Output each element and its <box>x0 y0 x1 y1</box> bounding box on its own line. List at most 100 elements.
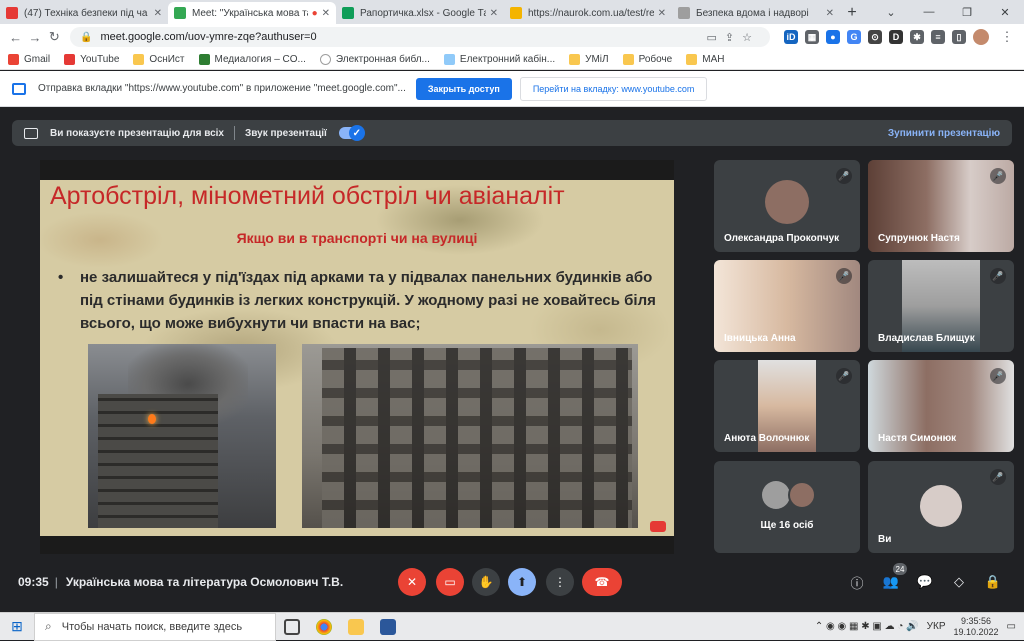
back-icon[interactable]: ← <box>6 26 25 48</box>
minimize-icon[interactable]: — <box>910 0 948 24</box>
present-button[interactable]: ⬆ <box>508 568 536 596</box>
leave-call-button[interactable]: ☎ <box>582 568 622 596</box>
bookmark-label: Робоче <box>638 54 673 65</box>
mic-off-button[interactable]: ✕ <box>398 568 426 596</box>
folder-icon <box>686 54 698 65</box>
restore-icon[interactable]: ❐ <box>948 0 986 24</box>
switch-tab-button[interactable]: Перейти на вкладку: www.youtube.com <box>519 76 708 101</box>
clock-time: 9:35:56 <box>961 615 992 626</box>
medialogia-icon <box>198 54 210 65</box>
sidebar-icon[interactable]: ▯ <box>951 30 966 44</box>
system-clock[interactable]: 9:35:56 19.10.2022 <box>954 616 999 638</box>
tab-sheets[interactable]: Рапортичка.xlsx - Google Табл ✕ <box>336 2 504 24</box>
url-text[interactable]: meet.google.com/uov-ymre-zqe?authuser=0 <box>100 31 706 43</box>
mic-off-icon: 🎤 <box>990 268 1006 284</box>
slide-body-text: не залишайтеся у під'їздах під арками та… <box>80 269 656 332</box>
participant-name: Олександра Прокопчук <box>724 233 840 244</box>
close-icon[interactable]: ✕ <box>658 8 666 19</box>
bookmark-label: Електронний кабін... <box>459 54 556 65</box>
participant-tile[interactable]: 🎤 Настя Симонюк <box>868 360 1014 452</box>
burning-building-photo <box>88 344 276 528</box>
avatar <box>920 485 962 527</box>
raise-hand-button[interactable]: ✋ <box>472 568 500 596</box>
new-tab-button[interactable]: + <box>840 2 864 24</box>
participant-tile[interactable]: 🎤 Анюта Волочнюк <box>714 360 860 452</box>
bookmark-medialogia[interactable]: Медиалогия – CO... <box>198 54 306 65</box>
more-options-button[interactable]: ⋮ <box>546 568 574 596</box>
camera-off-button[interactable]: ▭ <box>436 568 464 596</box>
menu-icon[interactable]: ⋮ <box>996 26 1018 48</box>
bookmark-label: ОснИст <box>149 54 185 65</box>
people-icon[interactable]: 👥 <box>882 573 900 591</box>
close-window-icon[interactable]: ✕ <box>986 0 1024 24</box>
participant-tile[interactable]: 🎤 Івницька Анна <box>714 260 860 352</box>
omnibox-actions[interactable]: ▭⇪☆ <box>707 31 760 44</box>
close-icon[interactable]: ✕ <box>154 8 162 19</box>
avatar[interactable] <box>972 29 989 45</box>
chevron-down-icon[interactable]: ⌄ <box>872 0 910 24</box>
building <box>98 394 218 528</box>
task-view-icon[interactable] <box>276 613 308 641</box>
slide-body: • не залишайтеся у під'їздах під арками … <box>58 266 658 335</box>
windows-start-icon[interactable]: ⊞ <box>0 613 34 641</box>
tab-safety[interactable]: Безпека вдома і надворі ✕ <box>672 2 840 24</box>
bookmark-label: Медиалогия – CO... <box>214 54 306 65</box>
extension-mic-icon[interactable]: ● <box>825 30 840 44</box>
word-icon[interactable] <box>372 613 404 641</box>
close-icon[interactable]: ✕ <box>322 8 330 19</box>
puzzle-icon[interactable]: ✱ <box>909 30 924 44</box>
list-icon[interactable]: ≡ <box>930 30 945 44</box>
file-explorer-icon[interactable] <box>340 613 372 641</box>
close-icon[interactable]: ✕ <box>826 8 834 19</box>
address-bar[interactable]: 🔒 meet.google.com/uov-ymre-zqe?authuser=… <box>69 27 770 47</box>
lock-icon[interactable]: 🔒 <box>80 32 92 43</box>
bookmark-gmail[interactable]: Gmail <box>8 54 50 65</box>
self-tile[interactable]: 🎤 Ви <box>868 461 1014 553</box>
notifications-icon[interactable]: ▭ <box>1007 621 1016 632</box>
taskbar-search[interactable]: ⌕ Чтобы начать поиск, введите здесь <box>34 612 276 641</box>
recording-dot-icon: ● <box>311 7 318 19</box>
window-controls: ⌄ — ❐ ✕ <box>872 0 1024 24</box>
bookmark-folder[interactable]: УМіЛ <box>569 54 609 65</box>
chrome-icon[interactable] <box>308 613 340 641</box>
extension-g-icon[interactable]: G <box>846 30 861 44</box>
bookmark-folder[interactable]: МАН <box>686 54 724 65</box>
extension-circle-icon[interactable]: ⊙ <box>867 30 882 44</box>
extension-d-icon[interactable]: D <box>888 30 903 44</box>
tab-meet[interactable]: Meet: "Українська мова та ● ✕ <box>168 2 336 24</box>
info-icon[interactable]: ⓘ <box>848 573 866 591</box>
stop-sharing-button[interactable]: Закрыть доступ <box>415 77 512 100</box>
bookmark-cabinet[interactable]: Електронний кабін... <box>443 54 556 65</box>
present-screen-icon <box>24 127 38 139</box>
tab-title: https://naurok.com.ua/test/rea <box>528 7 654 19</box>
windows-taskbar: ⊞ ⌕ Чтобы начать поиск, введите здесь ⌃ … <box>0 612 1024 641</box>
host-controls-icon[interactable]: 🔒 <box>984 573 1002 591</box>
bookmark-folder[interactable]: ОснИст <box>133 54 185 65</box>
forward-icon[interactable]: → <box>25 26 44 48</box>
more-participants-tile[interactable]: Ще 16 осіб <box>714 461 860 553</box>
avatar <box>765 180 809 224</box>
bookmark-folder[interactable]: Робоче <box>622 54 673 65</box>
participant-tile[interactable]: 🎤 Супрунюк Настя <box>868 160 1014 252</box>
presentation-audio-toggle[interactable]: ✓ <box>338 125 365 141</box>
presentation-audio-label: Звук презентації <box>245 127 327 139</box>
tab-youtube[interactable]: (47) Техніка безпеки під ча ✕ <box>0 2 168 24</box>
close-icon[interactable]: ✕ <box>490 8 498 19</box>
extension-grid-icon[interactable]: ▦ <box>804 30 819 44</box>
participant-tile[interactable]: 🎤 Владислав Блищук <box>868 260 1014 352</box>
stop-presenting-button[interactable]: Зупинити презентацію <box>888 128 1000 139</box>
avatar <box>762 481 790 509</box>
tray-icons[interactable]: ⌃ ◉ ◉ ▦ ✱ ▣ ☁ ◔ 🔊 <box>815 621 919 632</box>
language-indicator[interactable]: УКР <box>927 621 946 632</box>
bookmark-youtube[interactable]: YouTube <box>64 54 119 65</box>
bookmark-library[interactable]: Электронная библ... <box>319 54 430 65</box>
chat-icon[interactable]: 💬 <box>916 573 934 591</box>
activities-icon[interactable]: ◇ <box>950 573 968 591</box>
tab-sharing-infobar: Отправка вкладки "https://www.youtube.co… <box>0 71 1024 107</box>
avatar <box>788 481 816 509</box>
reload-icon[interactable]: ↻ <box>45 26 64 48</box>
participant-tile[interactable]: 🎤 Олександра Прокопчук <box>714 160 860 252</box>
tab-naurok[interactable]: https://naurok.com.ua/test/rea ✕ <box>504 2 672 24</box>
extension-id-icon[interactable]: iD <box>783 30 798 44</box>
globe-icon <box>319 54 331 65</box>
